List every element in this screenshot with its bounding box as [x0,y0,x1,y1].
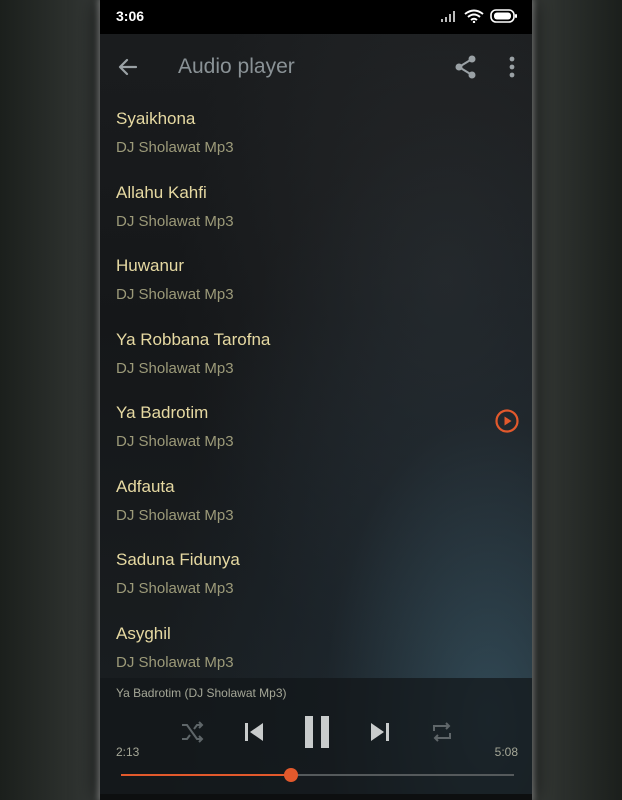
signal-icon [440,9,458,28]
background-right [532,0,622,800]
status-time: 3:06 [116,8,145,24]
track-artist: DJ Sholawat Mp3 [116,653,234,671]
track-item[interactable]: Allahu Kahfi DJ Sholawat Mp3 [100,174,532,248]
page-title: Audio player [178,55,295,78]
track-artist: DJ Sholawat Mp3 [116,506,234,524]
back-arrow-icon[interactable] [114,53,142,81]
track-artist: DJ Sholawat Mp3 [116,359,234,377]
pause-icon[interactable] [300,714,334,750]
track-title: Syaikhona [116,109,196,128]
wifi-icon [464,9,484,28]
track-item[interactable]: Huwanur DJ Sholawat Mp3 [100,247,532,321]
total-time: 5:08 [494,745,518,759]
track-title: Ya Badrotim [116,403,209,422]
status-bar: 3:06 [100,0,532,34]
track-title: Ya Robbana Tarofna [116,329,271,349]
track-item[interactable]: Syaikhona DJ Sholawat Mp3 [100,100,532,174]
track-item[interactable]: Saduna Fidunya DJ Sholawat Mp3 [100,541,532,615]
app-bar: Audio player [100,34,532,100]
track-artist: DJ Sholawat Mp3 [116,139,234,156]
shuffle-icon[interactable] [178,714,206,750]
skip-next-icon[interactable] [366,714,394,750]
seek-bar[interactable] [121,768,514,782]
repeat-icon[interactable] [428,714,456,750]
skip-previous-icon[interactable] [240,714,268,750]
now-playing-icon [494,408,520,434]
track-artist: DJ Sholawat Mp3 [116,580,234,597]
phone-screen: 3:06 Audio player Syaikhona DJ Sholawat … [100,0,532,800]
more-vert-icon[interactable] [500,53,524,81]
track-item[interactable]: Adfauta DJ Sholawat Mp3 [100,468,532,542]
background-left [0,0,100,800]
seek-bar-progress [121,774,291,776]
player-controls [100,714,532,754]
status-icons [440,9,518,28]
player-panel: Ya Badrotim (DJ Sholawat Mp3) 2:13 5:08 [100,678,532,800]
track-artist: DJ Sholawat Mp3 [116,212,234,230]
now-playing-label: Ya Badrotim (DJ Sholawat Mp3) [116,686,287,700]
track-item[interactable]: Asyghil DJ Sholawat Mp3 [100,615,532,679]
track-title: Adfauta [116,476,175,496]
track-artist: DJ Sholawat Mp3 [116,286,234,303]
track-title: Asyghil [116,623,171,643]
share-icon[interactable] [452,53,480,81]
track-list: Syaikhona DJ Sholawat Mp3 Allahu Kahfi D… [100,100,532,678]
nav-strip [100,794,532,800]
track-title: Saduna Fidunya [116,550,240,569]
elapsed-time: 2:13 [116,745,140,759]
battery-icon [490,9,518,28]
track-title: Huwanur [116,256,185,275]
track-item-playing[interactable]: Ya Badrotim DJ Sholawat Mp3 [100,394,532,468]
track-artist: DJ Sholawat Mp3 [116,433,234,450]
track-item[interactable]: Ya Robbana Tarofna DJ Sholawat Mp3 [100,321,532,395]
seek-bar-thumb[interactable] [283,768,298,782]
track-title: Allahu Kahfi [116,182,207,202]
